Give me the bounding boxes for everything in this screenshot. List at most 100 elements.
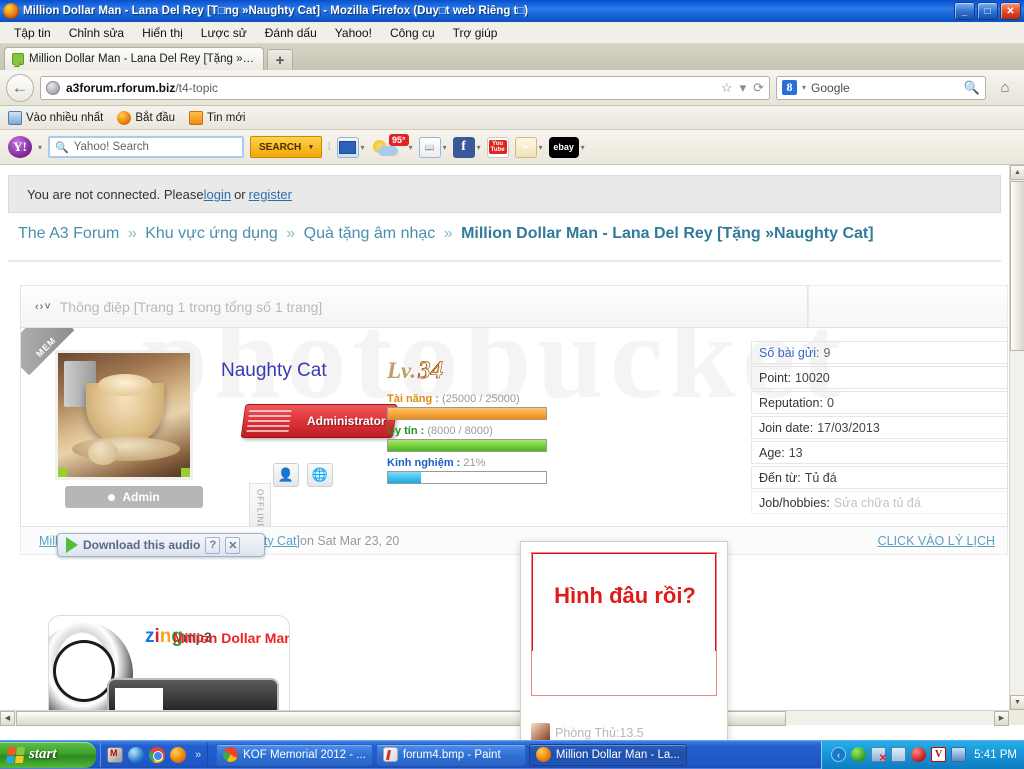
start-button[interactable]: start bbox=[0, 742, 96, 768]
yahoo-search-input[interactable]: 🔍 Yahoo! Search bbox=[48, 136, 244, 158]
chevron-down-icon[interactable]: ▾ bbox=[361, 143, 365, 152]
menu-edit[interactable]: Chỉnh sửa bbox=[61, 24, 132, 42]
clock[interactable]: 5:41 PM bbox=[974, 749, 1017, 761]
chevron-down-icon[interactable]: ▾ bbox=[740, 80, 747, 96]
breadcrumb-item-forum[interactable]: The A3 Forum bbox=[18, 225, 119, 242]
post-title-link-start[interactable]: Mill bbox=[39, 534, 58, 548]
antivirus-icon[interactable]: V bbox=[931, 747, 946, 762]
scissors-icon: ✂ bbox=[515, 137, 537, 158]
ebay-button[interactable]: ebay ▾ bbox=[549, 137, 585, 158]
post-username[interactable]: Naughty Cat bbox=[221, 360, 327, 382]
menu-view[interactable]: Hiển thị bbox=[134, 24, 191, 42]
facebook-button[interactable]: f ▾ bbox=[453, 137, 481, 158]
most-visited-icon bbox=[8, 111, 22, 125]
menu-bookmarks[interactable]: Đánh dấu bbox=[257, 24, 325, 42]
scroll-up-button[interactable]: ▲ bbox=[1010, 165, 1024, 180]
horizontal-scrollbar[interactable]: ◀ ▶ bbox=[0, 710, 1009, 725]
vertical-scrollbar[interactable]: ▲ ▼ bbox=[1009, 165, 1024, 725]
new-tab-button[interactable]: + bbox=[267, 49, 293, 70]
chevron-down-icon[interactable]: ▾ bbox=[309, 143, 313, 151]
bookmark-latest-headlines[interactable]: Tin mới bbox=[189, 111, 245, 125]
task-button-firefox[interactable]: Million Dollar Man - La... bbox=[529, 744, 687, 766]
chevron-down-icon[interactable]: ▾ bbox=[409, 143, 413, 152]
scroll-down-button[interactable]: ▼ bbox=[1010, 695, 1024, 710]
google-icon: 8 bbox=[782, 80, 797, 95]
scroll-left-button[interactable]: ◀ bbox=[0, 711, 15, 726]
register-link[interactable]: register bbox=[249, 187, 292, 202]
menu-tools[interactable]: Công cụ bbox=[382, 24, 443, 42]
zing-mp3-player: zingmp3 Million Dollar Man - L bbox=[48, 615, 290, 725]
download-audio-overlay[interactable]: Download this audio ? ✕ bbox=[57, 533, 265, 557]
url-text: a3forum.rforum.biz/t4-topic bbox=[66, 81, 218, 95]
youtube-button[interactable]: You Tube bbox=[487, 137, 509, 158]
menu-file[interactable]: Tập tin bbox=[6, 24, 59, 42]
chevron-down-icon[interactable]: ▾ bbox=[539, 143, 543, 152]
kof-icon[interactable] bbox=[107, 747, 123, 763]
close-button[interactable]: ✕ bbox=[1000, 2, 1021, 20]
login-link[interactable]: login bbox=[204, 187, 231, 202]
search-magnifier-icon[interactable]: 🔍 bbox=[964, 80, 980, 96]
yahoo-news-button[interactable]: 📖 ▾ bbox=[419, 137, 447, 158]
back-button[interactable]: ← bbox=[6, 74, 34, 102]
stat-name: Tài năng : bbox=[387, 393, 439, 405]
home-button[interactable]: ⌂ bbox=[992, 79, 1018, 96]
internet-explorer-icon[interactable] bbox=[128, 747, 144, 763]
bookmark-most-visited[interactable]: Vào nhiều nhất bbox=[8, 111, 103, 125]
profile-icon[interactable]: 👤 bbox=[273, 463, 299, 487]
paint-icon bbox=[383, 747, 398, 762]
profile-row-age: Age: 13 bbox=[751, 441, 1008, 464]
bookmark-getting-started[interactable]: Bắt đầu bbox=[117, 111, 175, 125]
vertical-scroll-thumb[interactable] bbox=[1010, 181, 1024, 351]
yahoo-menu-chevron-icon[interactable]: ▾ bbox=[38, 143, 42, 152]
firefox-icon[interactable] bbox=[170, 747, 186, 763]
avatar-corner-left bbox=[58, 468, 67, 477]
bookmark-label: Bắt đầu bbox=[135, 112, 175, 124]
play-icon[interactable] bbox=[66, 537, 78, 553]
minimize-button[interactable]: _ bbox=[954, 2, 975, 20]
search-bar[interactable]: 8 ▾ Google 🔍 bbox=[776, 76, 986, 100]
network-activity-icon[interactable] bbox=[891, 747, 906, 762]
chevron-down-icon[interactable]: ▾ bbox=[477, 143, 481, 152]
yahoo-search-button[interactable]: SEARCH ▾ bbox=[250, 136, 322, 158]
display-icon[interactable] bbox=[951, 747, 966, 762]
search-engine-chevron-icon[interactable]: ▾ bbox=[802, 83, 806, 92]
download-manager-icon[interactable] bbox=[851, 747, 866, 762]
bookmark-star-icon[interactable]: ☆ bbox=[721, 80, 733, 96]
network-disconnected-icon[interactable] bbox=[871, 747, 886, 762]
search-input[interactable]: Google bbox=[811, 81, 850, 95]
admin-badge: Admin bbox=[65, 486, 203, 508]
profile-value: 0 bbox=[827, 396, 834, 410]
stat-defense-row: Phòng Thủ:13.5 bbox=[531, 720, 721, 740]
reload-icon[interactable]: ⟳ bbox=[753, 80, 764, 96]
menu-history[interactable]: Lược sử bbox=[193, 24, 255, 42]
security-shield-icon[interactable] bbox=[911, 747, 926, 762]
topic-header-right bbox=[808, 285, 1008, 327]
topic-nav-arrows-icon[interactable]: ‹›˅ bbox=[35, 301, 52, 313]
stat-name: Uy tín : bbox=[387, 425, 424, 437]
menu-help[interactable]: Trợ giúp bbox=[445, 24, 506, 42]
chevron-down-icon[interactable]: ▾ bbox=[443, 143, 447, 152]
chevron-down-icon[interactable]: ▾ bbox=[581, 143, 585, 152]
chrome-icon[interactable] bbox=[149, 747, 165, 763]
profile-link[interactable]: CLICK VÀO LÝ LỊCH bbox=[878, 534, 995, 548]
tab-active[interactable]: Million Dollar Man - Lana Del Rey [Tặng … bbox=[4, 47, 264, 70]
stat-value: 21% bbox=[463, 457, 485, 469]
url-bar[interactable]: a3forum.rforum.biz/t4-topic ☆ ▾ ⟳ bbox=[40, 76, 770, 100]
yahoo-mail-button[interactable]: ▾ bbox=[337, 137, 365, 158]
yahoo-weather-button[interactable]: 95° ▾ bbox=[371, 137, 413, 158]
task-button-kof[interactable]: KOF Memorial 2012 - ... bbox=[216, 744, 373, 766]
help-icon[interactable]: ? bbox=[205, 537, 220, 554]
breadcrumb-item-subforum[interactable]: Quà tặng âm nhạc bbox=[304, 225, 436, 242]
clip-tool-button[interactable]: ✂ ▾ bbox=[515, 137, 543, 158]
website-icon[interactable]: 🌐 bbox=[307, 463, 333, 487]
quick-launch-bar: » bbox=[100, 743, 208, 767]
maximize-button[interactable]: □ bbox=[977, 2, 998, 20]
close-icon[interactable]: ✕ bbox=[225, 537, 240, 554]
task-button-paint[interactable]: forum4.bmp - Paint bbox=[376, 744, 526, 766]
breadcrumb-item-category[interactable]: Khu vực ứng dụng bbox=[145, 225, 278, 242]
scroll-right-button[interactable]: ▶ bbox=[994, 711, 1009, 726]
tray-expand-icon[interactable]: ‹ bbox=[831, 747, 846, 762]
yahoo-logo-icon[interactable]: Y! bbox=[8, 136, 32, 158]
menu-yahoo[interactable]: Yahoo! bbox=[327, 24, 380, 42]
quick-launch-overflow-icon[interactable]: » bbox=[195, 749, 201, 761]
